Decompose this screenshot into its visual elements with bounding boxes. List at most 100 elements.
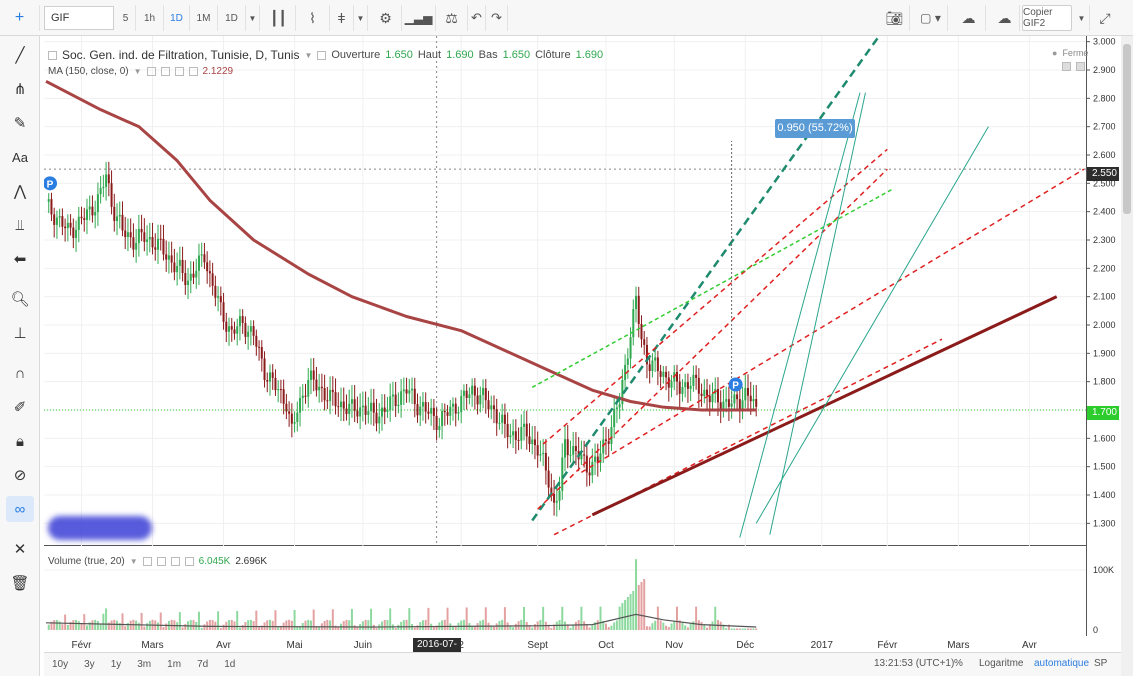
ma-close-icon[interactable]: [174, 67, 184, 76]
tools-icon[interactable]: ✕: [6, 536, 34, 562]
price-pane[interactable]: PP: [43, 35, 1096, 546]
candle-body: [744, 388, 747, 401]
candle-body: [282, 389, 285, 404]
copy-dropdown-icon[interactable]: ▼: [1074, 5, 1090, 31]
indicators-icon[interactable]: ǂ: [330, 5, 354, 31]
range-3m[interactable]: 3m: [129, 659, 159, 670]
volume-eye-icon[interactable]: [142, 557, 152, 566]
range-1m[interactable]: 1m: [159, 659, 189, 670]
zoom-icon[interactable]: 🔍︎: [6, 286, 34, 312]
candle-body: [293, 422, 296, 424]
interval-dropdown-icon[interactable]: ▼: [246, 5, 260, 31]
line-chart-icon[interactable]: ⌇: [296, 5, 330, 31]
volume-bar: [364, 619, 367, 630]
trash-icon[interactable]: 🗑︎: [6, 570, 34, 596]
volume-close-icon[interactable]: [170, 557, 180, 566]
candle-body: [58, 216, 61, 218]
volume-bar: [755, 628, 758, 630]
scale-icon[interactable]: ⚖: [436, 5, 468, 31]
volume-bar: [402, 620, 405, 630]
y-tick-label: 2.800: [1093, 93, 1116, 103]
lock-icon[interactable]: 🔒︎: [6, 428, 34, 454]
candle-body: [626, 358, 629, 365]
candle-body: [435, 415, 438, 431]
vertical-scrollbar[interactable]: [1121, 36, 1133, 676]
volume-bar: [550, 628, 553, 630]
range-1y[interactable]: 1y: [103, 659, 130, 670]
scroll-thumb[interactable]: [1123, 44, 1131, 214]
range-7d[interactable]: 7d: [189, 659, 216, 670]
volume-bar: [421, 620, 424, 630]
price-scale[interactable]: 3.000 2.900 2.800 2.700 2.600 2.500 2.400 2.300…: [1086, 36, 1120, 636]
copy-layout-button[interactable]: Copier GIF2: [1022, 5, 1072, 31]
link-icon[interactable]: ∞: [6, 496, 34, 522]
volume-more-icon[interactable]: [184, 557, 194, 566]
camera-icon[interactable]: 📷︎: [880, 5, 910, 31]
ma-more-icon[interactable]: [188, 67, 198, 76]
pattern-icon[interactable]: ⋀: [6, 178, 34, 204]
sp-toggle[interactable]: SP: [1094, 658, 1107, 669]
pencil-lock-icon[interactable]: ✐: [6, 394, 34, 420]
interval-custom[interactable]: 1D: [218, 5, 246, 31]
brush-icon[interactable]: ✎: [6, 110, 34, 136]
teal-trendline: [769, 92, 866, 535]
range-3y[interactable]: 3y: [76, 659, 103, 670]
range-1d[interactable]: 1d: [216, 659, 243, 670]
settings-gear-icon[interactable]: ⚙: [370, 5, 402, 31]
interval-1m[interactable]: 1M: [190, 5, 218, 31]
measure-icon[interactable]: ⊥: [6, 320, 34, 346]
bottom-bar: 10y 3y 1y 3m 1m 7d 1d 13:21:53 (UTC+1) %…: [44, 652, 1121, 676]
volume-dropdown-icon[interactable]: ▼: [130, 557, 138, 566]
percent-toggle[interactable]: %: [954, 658, 963, 669]
volume-bar: [380, 621, 383, 630]
ma-dropdown-icon[interactable]: ▼: [134, 67, 142, 76]
volume-bar: [539, 619, 542, 630]
volume-bar: [252, 621, 255, 630]
pane-down-icon[interactable]: [1076, 62, 1085, 71]
series-dropdown-icon[interactable]: ▼: [304, 51, 312, 60]
arrow-left-icon[interactable]: ⬅: [6, 246, 34, 272]
cloud-save-icon[interactable]: ☁: [952, 5, 986, 31]
candles-icon[interactable]: ┃┃: [262, 5, 296, 31]
series-settings-icon[interactable]: [317, 50, 327, 60]
auto-toggle[interactable]: automatique: [1034, 658, 1089, 669]
teal-dashed-trendline: [531, 35, 881, 522]
symbol-input[interactable]: [44, 6, 114, 30]
ma-settings-icon[interactable]: [160, 67, 170, 76]
candle-body: [75, 229, 78, 238]
fib-icon[interactable]: ⫫: [6, 212, 34, 238]
volume-bar: [238, 627, 241, 630]
time-axis[interactable]: Févr Mars Avr Mai Juin 2 Sept Oct Nov Déc 2017 Févr…: [44, 636, 1086, 652]
volume-tick-label: 0: [1093, 625, 1098, 635]
range-10y[interactable]: 10y: [44, 659, 76, 670]
fork-icon[interactable]: ⋔: [6, 76, 34, 102]
candle-body: [689, 385, 692, 389]
interval-1h[interactable]: 1h: [136, 5, 164, 31]
volume-bar: [640, 582, 643, 630]
trendline-icon[interactable]: ╱: [6, 42, 34, 68]
collapse-icon[interactable]: [48, 50, 57, 60]
fullscreen-icon[interactable]: ⤢: [1092, 5, 1118, 31]
candle-body: [233, 329, 236, 334]
candle-body: [124, 230, 127, 238]
undo-icon[interactable]: ↶: [468, 5, 486, 31]
indicators-dropdown-icon[interactable]: ▼: [354, 5, 368, 31]
volume-settings-icon[interactable]: [156, 557, 166, 566]
volume-bar: [203, 624, 206, 630]
redo-icon[interactable]: ↷: [486, 5, 508, 31]
interval-5[interactable]: 5: [116, 5, 136, 31]
log-toggle[interactable]: Logaritme: [979, 658, 1023, 669]
crosshair-icon[interactable]: +: [0, 5, 40, 31]
ma-eye-icon[interactable]: [146, 67, 156, 76]
volume-bar: [635, 559, 638, 630]
volume-bar: [531, 627, 534, 630]
text-tool-icon[interactable]: Aa: [6, 144, 34, 170]
layout-icon[interactable]: ▢ ▾: [914, 5, 948, 31]
cloud-load-icon[interactable]: ☁: [990, 5, 1020, 31]
pane-up-icon[interactable]: [1062, 62, 1071, 71]
x-tick-label: Nov: [665, 640, 683, 651]
compare-icon[interactable]: ▁▃▅: [402, 5, 436, 31]
interval-1d[interactable]: 1D: [164, 5, 190, 31]
magnet-icon[interactable]: ∩: [6, 360, 34, 386]
hide-icon[interactable]: ⊘: [6, 462, 34, 488]
